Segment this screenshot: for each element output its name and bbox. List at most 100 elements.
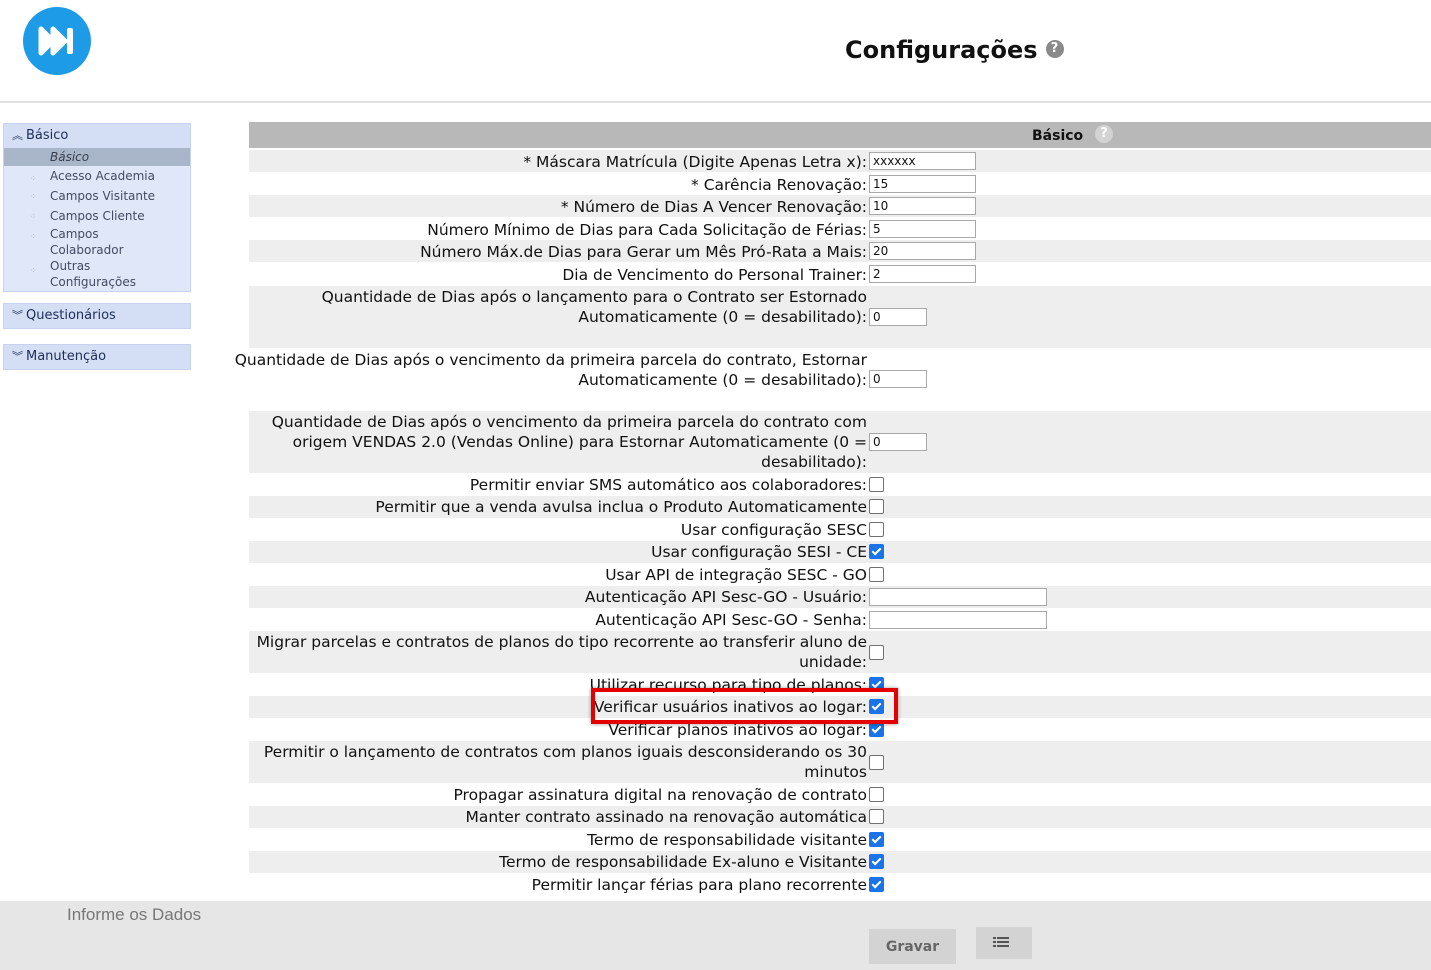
termo-visitante-checkbox[interactable] (869, 832, 884, 847)
termo-exaluno-checkbox[interactable] (869, 854, 884, 869)
api-senha-input[interactable] (869, 611, 1047, 629)
field-label: Autenticação API Sesc-GO - Senha: (595, 611, 867, 629)
menu-item-acesso-academia[interactable]: ⁘ Acesso Academia (4, 166, 190, 184)
field-label: Propagar assinatura digital na renovação… (453, 786, 867, 804)
grip-icon: ⁘ (30, 266, 37, 275)
menu-item-campos-visitante[interactable]: ⁘ Campos Visitante (4, 184, 190, 204)
highlight-box (591, 688, 898, 724)
grip-icon: ⁘ (30, 232, 37, 241)
field-label: Usar API de integração SESC - GO (605, 566, 867, 584)
form-row: Número Mínimo de Dias para Cada Solicita… (249, 218, 1431, 240)
field-label: Quantidade de Dias após o vencimento da … (234, 351, 867, 389)
field-label: * Máscara Matrícula (Digite Apenas Letra… (523, 153, 867, 171)
config-sesi-ce-checkbox[interactable] (869, 544, 884, 559)
carencia-renovacao-input[interactable] (869, 175, 976, 193)
menu-item-campos-cliente[interactable]: ⁘ Campos Cliente (4, 204, 190, 224)
ferias-recorrente-checkbox[interactable] (869, 877, 884, 892)
field-label: Manter contrato assinado na renovação au… (465, 808, 867, 826)
app-logo (23, 7, 91, 75)
field-label: Permitir que a venda avulsa inclua o Pro… (375, 498, 867, 516)
form-row: Quantidade de Dias após o lançamento par… (249, 286, 1431, 348)
form-row: * Máscara Matrícula (Digite Apenas Letra… (249, 150, 1431, 172)
manter-contrato-checkbox[interactable] (869, 809, 884, 824)
grip-icon: ⁘ (30, 212, 37, 221)
field-label: * Carência Renovação: (691, 176, 867, 194)
form-heading: Básico (1032, 128, 1084, 144)
field-label: Quantidade de Dias após o lançamento par… (321, 288, 867, 326)
dias-estorno-parcela-input[interactable] (869, 370, 927, 388)
field-label: Termo de responsabilidade Ex-aluno e Vis… (499, 853, 867, 871)
config-sesc-checkbox[interactable] (869, 522, 884, 537)
form-row: Termo de responsabilidade Ex-aluno e Vis… (249, 851, 1431, 873)
form-row: Permitir enviar SMS automático aos colab… (249, 474, 1431, 496)
list-button[interactable] (976, 927, 1032, 959)
chevron-up-icon: ︽ (12, 129, 23, 142)
chevron-down-icon: ︾ (12, 309, 23, 322)
footer-bar: Informe os Dados Gravar (0, 901, 1431, 970)
form-header: Básico ? (249, 122, 1431, 148)
sms-colaboradores-checkbox[interactable] (869, 477, 884, 492)
menu-item-campos-colaborador[interactable]: ⁘ Campos Colaborador (4, 224, 130, 258)
form-row: * Carência Renovação: (249, 173, 1431, 195)
field-label: Número Máx.de Dias para Gerar um Mês Pró… (420, 243, 867, 261)
form-row: * Número de Dias A Vencer Renovação: (249, 195, 1431, 217)
field-label: Usar configuração SESI - CE (651, 543, 867, 561)
form-row: Migrar parcelas e contratos de planos do… (249, 631, 1431, 673)
form-row: Usar configuração SESI - CE (249, 541, 1431, 563)
save-button[interactable]: Gravar (869, 929, 956, 964)
field-label: Permitir enviar SMS automático aos colab… (469, 476, 867, 494)
field-label: Quantidade de Dias após o vencimento da … (271, 413, 867, 471)
form-row: Permitir o lançamento de contratos com p… (249, 741, 1431, 783)
menu-section-manutencao[interactable]: ︾ Manutenção (3, 344, 191, 370)
field-label: Autenticação API Sesc-GO - Usuário: (584, 588, 867, 606)
form-row: Autenticação API Sesc-GO - Usuário: (249, 586, 1431, 608)
menu-item-outras-configuracoes[interactable]: ⁘ Outras Configurações (4, 258, 145, 291)
grip-icon: ⁘ (30, 192, 37, 201)
form-row: Permitir lançar férias para plano recorr… (249, 874, 1431, 896)
menu-section-basico-header[interactable]: ︽ Básico (4, 124, 190, 148)
form-row: Número Máx.de Dias para Gerar um Mês Pró… (249, 240, 1431, 262)
planos-iguais-checkbox[interactable] (869, 755, 884, 770)
dias-minimo-ferias-input[interactable] (869, 220, 976, 238)
dias-estorno-contrato-input[interactable] (869, 308, 927, 326)
venda-avulsa-checkbox[interactable] (869, 499, 884, 514)
field-label: Usar configuração SESC (680, 521, 867, 539)
api-usuario-input[interactable] (869, 588, 1047, 606)
list-icon (993, 937, 1009, 947)
form-row: Termo de responsabilidade visitante (249, 829, 1431, 851)
assinatura-digital-checkbox[interactable] (869, 787, 884, 802)
chevron-down-icon: ︾ (12, 350, 23, 363)
menu-item-basico[interactable]: Básico (4, 148, 190, 166)
field-label: * Número de Dias A Vencer Renovação: (560, 198, 867, 216)
field-label: Migrar parcelas e contratos de planos do… (256, 633, 867, 671)
form-row: Usar configuração SESC (249, 519, 1431, 541)
form-row: Manter contrato assinado na renovação au… (249, 806, 1431, 828)
menu-section-basico: ︽ Básico Básico ⁘ Acesso Academia ⁘ Campos … (3, 123, 191, 292)
field-label: Dia de Vencimento do Personal Trainer: (562, 266, 867, 284)
form-row: Autenticação API Sesc-GO - Senha: (249, 609, 1431, 631)
header-divider (0, 101, 1431, 103)
planos-inativos-checkbox[interactable] (869, 722, 884, 737)
field-label: Permitir o lançamento de contratos com p… (263, 743, 867, 781)
menu-section-questionarios[interactable]: ︾ Questionários (3, 303, 191, 329)
migrar-parcelas-checkbox[interactable] (869, 645, 884, 660)
dias-pro-rata-input[interactable] (869, 242, 976, 260)
help-icon[interactable]: ? (1045, 40, 1064, 58)
mascara-matricula-input[interactable] (869, 152, 976, 170)
form-row: Permitir que a venda avulsa inclua o Pro… (249, 496, 1431, 518)
page-title: Configurações? (845, 36, 1064, 64)
info-text: Informe os Dados (67, 905, 202, 924)
form-row: Propagar assinatura digital na renovação… (249, 784, 1431, 806)
field-label: Número Mínimo de Dias para Cada Solicita… (427, 221, 867, 239)
form-row: Dia de Vencimento do Personal Trainer: (249, 263, 1431, 285)
form-row: Usar API de integração SESC - GO (249, 564, 1431, 586)
dias-estorno-vendas-input[interactable] (869, 433, 927, 451)
help-icon[interactable]: ? (1095, 125, 1113, 143)
field-label: Termo de responsabilidade visitante (587, 831, 867, 849)
api-sesc-go-checkbox[interactable] (869, 567, 884, 582)
form-row: Quantidade de Dias após o vencimento da … (235, 349, 1431, 411)
form-row: Quantidade de Dias após o vencimento da … (249, 411, 1431, 473)
dias-vencer-renovacao-input[interactable] (869, 197, 976, 215)
vencimento-personal-input[interactable] (869, 265, 976, 283)
field-label: Permitir lançar férias para plano recorr… (531, 876, 867, 894)
